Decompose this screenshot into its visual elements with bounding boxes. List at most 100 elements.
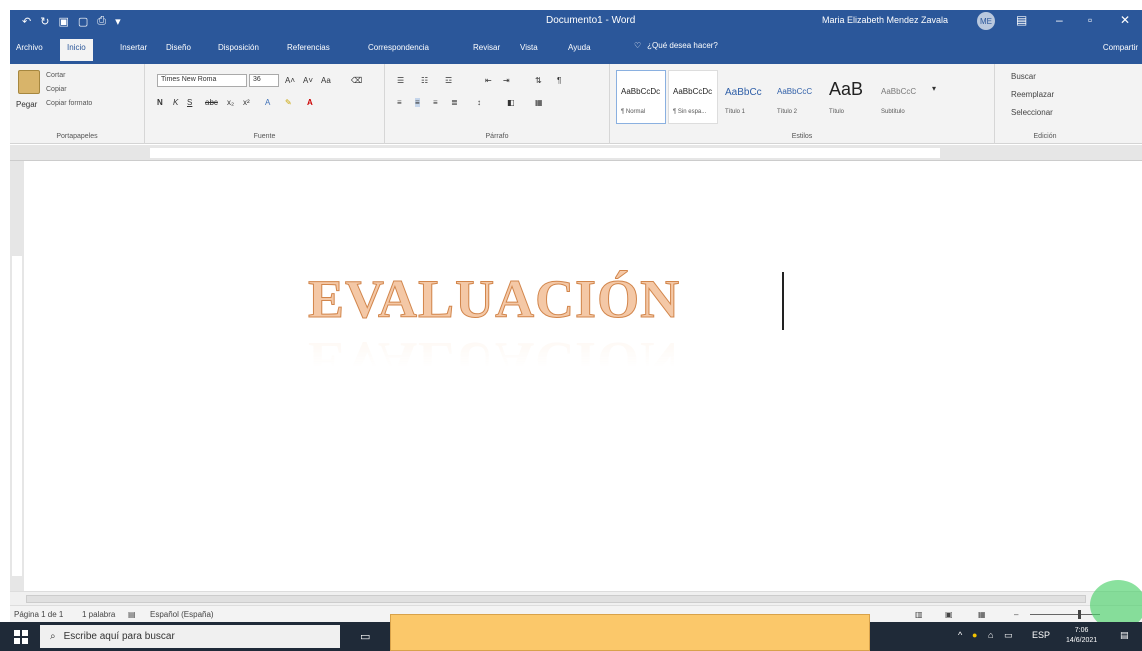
align-center-icon[interactable]: ≡ — [415, 98, 420, 107]
select-button[interactable]: Seleccionar — [1011, 108, 1053, 117]
shrink-font-icon[interactable]: A˅ — [303, 76, 313, 85]
change-case-icon[interactable]: Aa — [321, 76, 331, 85]
cut-button[interactable]: Cortar — [46, 72, 65, 79]
tab-archivo[interactable]: Archivo — [16, 43, 43, 52]
italic-icon[interactable]: K — [173, 98, 178, 107]
font-color-icon[interactable]: A — [307, 98, 313, 107]
paste-button[interactable]: Pegar — [16, 100, 37, 109]
shading-icon[interactable]: ◧ — [507, 98, 515, 107]
web-layout-icon[interactable]: ▦ — [978, 610, 986, 619]
new-document-icon[interactable]: ▢ — [78, 15, 88, 28]
print-icon[interactable]: ⎙ — [97, 15, 106, 28]
customize-qat-icon[interactable]: ▾ — [115, 15, 121, 28]
avatar[interactable]: ME — [977, 12, 995, 30]
font-size-select[interactable]: 36 — [249, 74, 279, 87]
grow-font-icon[interactable]: A˄ — [285, 76, 295, 85]
tab-insertar[interactable]: Insertar — [120, 43, 147, 52]
style-sample: AaBbCcDc — [621, 87, 661, 96]
underline-icon[interactable]: S — [187, 98, 192, 107]
print-layout-icon[interactable]: ▣ — [945, 610, 953, 619]
tray-chevron-icon[interactable]: ^ — [958, 630, 962, 640]
zoom-slider-thumb[interactable] — [1078, 610, 1081, 619]
style-sample: AaBbCc — [725, 87, 762, 98]
sort-icon[interactable]: ⇅ — [535, 76, 542, 85]
increase-indent-icon[interactable]: ⇥ — [503, 76, 510, 85]
align-right-icon[interactable]: ≡ — [433, 98, 438, 107]
vertical-ruler[interactable] — [10, 161, 24, 591]
text-effects-icon[interactable]: A — [265, 98, 270, 107]
align-left-icon[interactable]: ≡ — [397, 98, 402, 107]
tab-referencias[interactable]: Referencias — [287, 43, 330, 52]
wordart-title[interactable]: EVALUACIÓN — [307, 268, 680, 330]
replace-button[interactable]: Reemplazar — [1011, 90, 1054, 99]
clock-date: 14/6/2021 — [1066, 637, 1098, 644]
horizontal-ruler[interactable] — [10, 145, 1142, 161]
subscript-icon[interactable]: x₂ — [227, 98, 234, 107]
close-icon[interactable]: ✕ — [1120, 13, 1130, 27]
strikethrough-icon[interactable]: abc — [205, 98, 218, 107]
tab-revisar[interactable]: Revisar — [473, 43, 500, 52]
tray-app-icon[interactable]: ● — [972, 630, 977, 640]
page-count[interactable]: Página 1 de 1 — [14, 610, 63, 619]
decrease-indent-icon[interactable]: ⇤ — [485, 76, 492, 85]
tab-vista[interactable]: Vista — [520, 43, 538, 52]
zoom-out-icon[interactable]: – — [1014, 610, 1018, 619]
find-button[interactable]: Buscar — [1011, 72, 1036, 81]
maximize-icon[interactable]: ▫ — [1088, 13, 1092, 27]
superscript-icon[interactable]: x² — [243, 98, 250, 107]
read-mode-icon[interactable]: ▥ — [915, 610, 923, 619]
tell-me-search[interactable]: ♡ ¿Qué desea hacer? — [634, 41, 718, 50]
style-heading-2[interactable]: AaBbCcC Título 2 — [772, 70, 822, 124]
word-count[interactable]: 1 palabra — [82, 610, 115, 619]
pilcrow-icon[interactable]: ¶ — [557, 76, 561, 85]
copy-button[interactable]: Copiar — [46, 86, 67, 93]
format-painter-button[interactable]: Copiar formato — [46, 100, 92, 107]
zoom-slider[interactable] — [1030, 614, 1100, 615]
redo-icon[interactable]: ↻ — [40, 15, 49, 28]
numbering-icon[interactable]: ☷ — [421, 76, 428, 85]
font-family-select[interactable]: Times New Roma — [157, 74, 247, 87]
style-subtitle[interactable]: AaBbCcC Subtítulo — [876, 70, 926, 124]
style-title[interactable]: AaB Título — [824, 70, 874, 124]
editing-group: Buscar Reemplazar Seleccionar Edición — [995, 64, 1095, 144]
tab-ayuda[interactable]: Ayuda — [568, 43, 591, 52]
user-name[interactable]: Maria Elizabeth Mendez Zavala — [822, 15, 948, 25]
tab-diseno[interactable]: Diseño — [166, 43, 191, 52]
taskbar-search[interactable]: ⌕ Escribe aquí para buscar — [40, 625, 340, 648]
share-button[interactable]: Compartir — [1103, 43, 1138, 52]
style-heading-1[interactable]: AaBbCc Título 1 — [720, 70, 770, 124]
windows-start-icon[interactable] — [14, 630, 28, 644]
tell-me-label: ¿Qué desea hacer? — [647, 41, 718, 50]
clear-format-icon[interactable]: ⌫ — [351, 76, 362, 85]
bold-icon[interactable]: N — [157, 98, 163, 107]
style-normal[interactable]: AaBbCcDc ¶ Normal — [616, 70, 666, 124]
bullets-icon[interactable]: ☰ — [397, 76, 404, 85]
proofing-icon[interactable]: ▤ — [128, 610, 136, 619]
minimize-icon[interactable]: – — [1056, 13, 1063, 27]
tab-disposicion[interactable]: Disposición — [218, 43, 259, 52]
word-window: ↶ ↻ ▣ ▢ ⎙ ▾ Documento1 - Word Maria Eliz… — [0, 0, 1142, 651]
notifications-icon[interactable]: ▤ — [1120, 630, 1129, 641]
tab-inicio[interactable]: Inicio — [60, 39, 93, 61]
scrollbar-thumb[interactable] — [26, 595, 1086, 603]
clipboard-icon[interactable] — [18, 70, 40, 94]
styles-more-icon[interactable]: ▾ — [932, 84, 936, 93]
borders-icon[interactable]: ▦ — [535, 98, 543, 107]
highlight-icon[interactable]: ✎ — [285, 98, 292, 107]
text-cursor — [782, 272, 784, 330]
ribbon-display-icon[interactable]: ▤ — [1016, 13, 1027, 27]
keyboard-icon[interactable]: ▭ — [1004, 630, 1013, 641]
justify-icon[interactable]: ≣ — [451, 98, 458, 107]
network-icon[interactable]: ⌂ — [988, 630, 993, 640]
tab-correspondencia[interactable]: Correspondencia — [368, 43, 429, 52]
task-view-icon[interactable]: ▭ — [360, 630, 370, 643]
horizontal-scrollbar[interactable] — [10, 591, 1142, 605]
multilevel-list-icon[interactable]: ☲ — [445, 76, 452, 85]
style-no-spacing[interactable]: AaBbCcDc ¶ Sin espa... — [668, 70, 718, 124]
save-icon[interactable]: ▣ — [58, 15, 68, 28]
input-language[interactable]: ESP — [1032, 630, 1050, 640]
taskbar-clock[interactable]: 7:06 14/6/2021 — [1066, 626, 1097, 646]
line-spacing-icon[interactable]: ↕ — [477, 98, 481, 107]
undo-icon[interactable]: ↶ — [22, 15, 31, 28]
language-indicator[interactable]: Español (España) — [150, 610, 214, 619]
